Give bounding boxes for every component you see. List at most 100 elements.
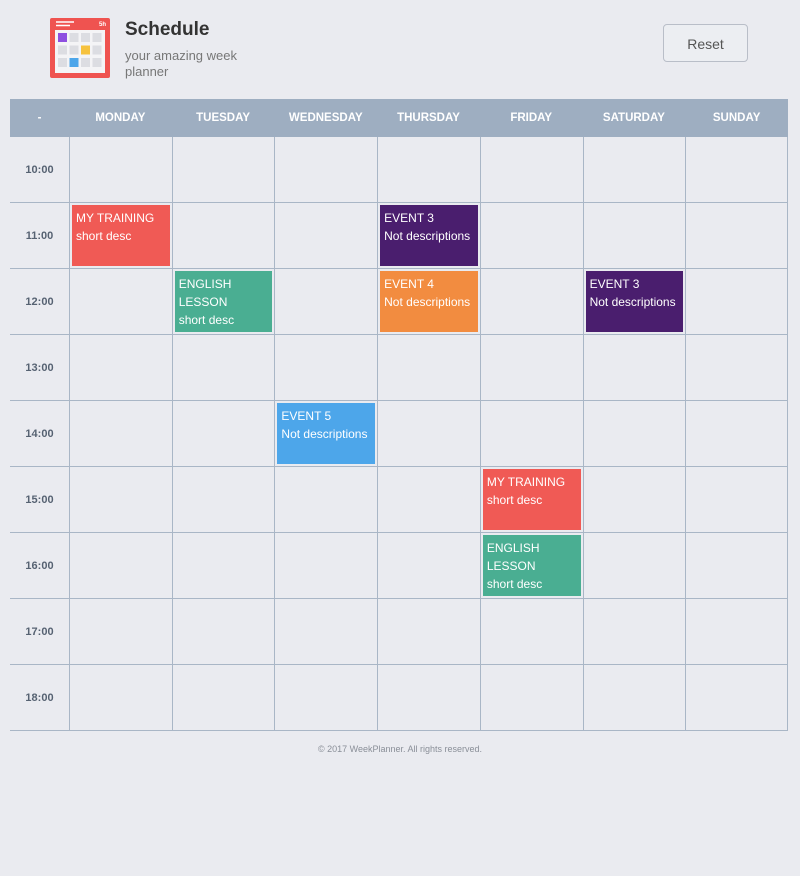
schedule-slot[interactable] — [171, 467, 275, 533]
schedule-slot[interactable] — [479, 599, 583, 665]
schedule-slot[interactable] — [274, 665, 378, 731]
schedule-slot[interactable] — [274, 533, 378, 599]
event-card[interactable]: EVENT 3 Not descriptions — [380, 205, 478, 266]
schedule-slot[interactable] — [69, 599, 172, 665]
time-label: 18:00 — [10, 665, 69, 731]
schedule-slot[interactable] — [582, 665, 686, 731]
time-label: 15:00 — [10, 467, 69, 533]
schedule-slot[interactable] — [69, 665, 172, 731]
schedule-slot[interactable] — [69, 269, 172, 335]
schedule-slot[interactable] — [69, 401, 172, 467]
schedule-slot[interactable] — [69, 467, 172, 533]
schedule-slot[interactable]: EVENT 4 Not descriptions — [377, 269, 480, 335]
event-card[interactable]: MY TRAINING short desc — [72, 205, 170, 266]
schedule-slot[interactable] — [171, 599, 275, 665]
schedule-slot[interactable]: ENGLISH LESSON short desc — [171, 269, 275, 335]
schedule-slot[interactable]: ENGLISH LESSON short desc — [479, 533, 583, 599]
day-header: SUNDAY — [685, 99, 788, 137]
schedule-slot[interactable] — [582, 401, 686, 467]
schedule-slot[interactable] — [171, 203, 275, 269]
day-header: MONDAY — [69, 99, 172, 137]
footer-copyright: © 2017 WeekPlanner. All rights reserved. — [317, 744, 483, 754]
event-title: EVENT 5 — [281, 409, 332, 423]
schedule-grid: - MONDAY TUESDAY WEDNESDAY THURSDAY FRIDAY SAT… — [10, 99, 788, 731]
schedule-slot[interactable] — [377, 467, 480, 533]
schedule-slot[interactable] — [685, 467, 788, 533]
time-label: 16:00 — [10, 533, 69, 599]
schedule-slot[interactable] — [274, 269, 378, 335]
event-description: Not descriptions — [589, 295, 676, 309]
event-title: MY TRAINING — [486, 475, 566, 489]
schedule-slot[interactable] — [582, 599, 686, 665]
day-header: FRIDAY — [479, 99, 583, 137]
event-card[interactable]: EVENT 4 Not descriptions — [380, 271, 478, 332]
schedule-slot[interactable] — [377, 335, 480, 401]
event-description: short desc — [76, 229, 132, 243]
schedule-slot[interactable] — [582, 203, 686, 269]
schedule-slot[interactable] — [274, 137, 378, 203]
schedule-slot[interactable] — [377, 137, 480, 203]
schedule-slot[interactable] — [479, 137, 583, 203]
event-card[interactable]: EVENT 5 Not descriptions — [277, 403, 376, 464]
schedule-slot[interactable] — [479, 665, 583, 731]
schedule-slot[interactable] — [171, 137, 275, 203]
schedule-slot[interactable] — [582, 335, 686, 401]
schedule-slot[interactable] — [171, 335, 275, 401]
schedule-slot[interactable]: MY TRAINING short desc — [479, 467, 583, 533]
schedule-slot[interactable] — [171, 533, 275, 599]
schedule-slot[interactable] — [171, 665, 275, 731]
time-label: 11:00 — [10, 203, 69, 269]
event-description: Not descriptions — [281, 427, 368, 441]
schedule-slot[interactable] — [274, 599, 378, 665]
event-card[interactable]: EVENT 3 Not descriptions — [585, 271, 684, 332]
event-title: EVENT 4 — [384, 277, 434, 291]
schedule-slot[interactable] — [685, 599, 788, 665]
schedule-slot[interactable] — [377, 599, 480, 665]
event-title: ENGLISH LESSON — [486, 541, 540, 573]
schedule-slot[interactable] — [479, 269, 583, 335]
event-card[interactable]: ENGLISH LESSON short desc — [174, 271, 273, 332]
schedule-slot[interactable]: MY TRAINING short desc — [69, 203, 172, 269]
schedule-slot[interactable] — [685, 533, 788, 599]
page-subtitle: your amazing week planner — [125, 48, 237, 79]
schedule-slot[interactable] — [274, 335, 378, 401]
schedule-slot[interactable] — [685, 665, 788, 731]
schedule-slot[interactable]: EVENT 5 Not descriptions — [274, 401, 378, 467]
day-header: TUESDAY — [171, 99, 275, 137]
schedule-slot[interactable] — [377, 665, 480, 731]
schedule-slot[interactable] — [685, 401, 788, 467]
schedule-slot[interactable] — [479, 335, 583, 401]
schedule-slot[interactable] — [479, 401, 583, 467]
schedule-slot[interactable] — [685, 137, 788, 203]
schedule-slot[interactable]: EVENT 3 Not descriptions — [377, 203, 480, 269]
schedule-slot[interactable] — [377, 533, 480, 599]
schedule-slot[interactable] — [582, 533, 686, 599]
time-label: 12:00 — [10, 269, 69, 335]
schedule-slot[interactable] — [69, 335, 172, 401]
reset-button[interactable]: Reset — [663, 24, 748, 62]
schedule-slot[interactable] — [274, 467, 378, 533]
schedule-slot[interactable] — [582, 137, 686, 203]
schedule-slot[interactable] — [685, 269, 788, 335]
day-header: SATURDAY — [582, 99, 686, 137]
schedule-slot[interactable] — [685, 335, 788, 401]
event-card[interactable]: MY TRAINING short desc — [482, 469, 581, 530]
schedule-slot[interactable] — [479, 203, 583, 269]
event-description: Not descriptions — [384, 229, 471, 243]
schedule-slot[interactable] — [171, 401, 275, 467]
time-label: 14:00 — [10, 401, 69, 467]
schedule-slot[interactable] — [69, 533, 172, 599]
event-title: MY TRAINING — [76, 211, 155, 225]
logo-badge: 5h — [99, 22, 106, 28]
schedule-slot[interactable] — [582, 467, 686, 533]
day-header: WEDNESDAY — [274, 99, 378, 137]
time-label: 10:00 — [10, 137, 69, 203]
day-header: THURSDAY — [377, 99, 480, 137]
calendar-logo-icon: 5h — [50, 18, 110, 78]
schedule-slot[interactable] — [69, 137, 172, 203]
schedule-slot[interactable] — [685, 203, 788, 269]
event-card[interactable]: ENGLISH LESSON short desc — [482, 535, 581, 596]
schedule-slot[interactable] — [377, 401, 480, 467]
schedule-slot[interactable] — [274, 203, 378, 269]
schedule-slot[interactable]: EVENT 3 Not descriptions — [582, 269, 686, 335]
